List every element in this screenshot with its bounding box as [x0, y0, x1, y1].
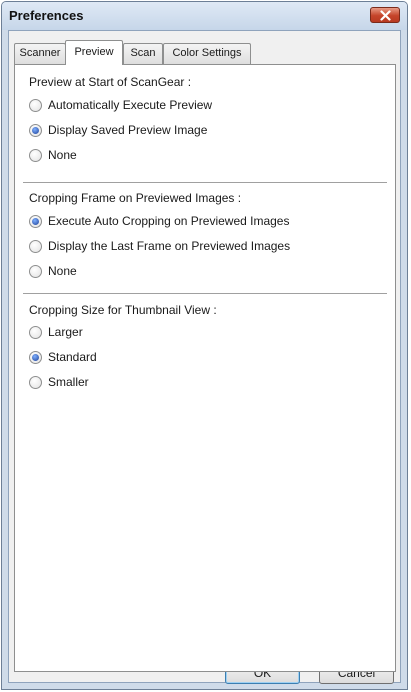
radio-preview-none[interactable]: None	[29, 147, 77, 163]
radio-smaller[interactable]: Smaller	[29, 374, 89, 390]
preferences-dialog: Preferences Scanner Preview Scan Color S…	[1, 1, 408, 690]
radio-label: Standard	[48, 350, 97, 364]
title-bar[interactable]: Preferences	[2, 2, 407, 30]
radio-auto-execute-preview[interactable]: Automatically Execute Preview	[29, 97, 212, 113]
radio-execute-auto-cropping[interactable]: Execute Auto Cropping on Previewed Image…	[29, 213, 289, 229]
radio-button-checked[interactable]	[29, 214, 42, 228]
radio-label: Execute Auto Cropping on Previewed Image…	[48, 214, 290, 228]
radio-label: Automatically Execute Preview	[48, 98, 213, 112]
preview-start-title: Preview at Start of ScanGear :	[29, 75, 192, 89]
tab-scan[interactable]: Scan	[123, 43, 163, 64]
radio-display-last-frame[interactable]: Display the Last Frame on Previewed Imag…	[29, 238, 290, 254]
tab-color-settings[interactable]: Color Settings	[163, 43, 251, 64]
radio-larger[interactable]: Larger	[29, 324, 83, 340]
radio-button-checked[interactable]	[29, 123, 42, 137]
radio-label: Display Saved Preview Image	[48, 123, 208, 137]
radio-label: Smaller	[48, 375, 89, 389]
radio-label: Display the Last Frame on Previewed Imag…	[48, 239, 291, 253]
dialog-client-area: Scanner Preview Scan Color Settings Prev…	[8, 30, 401, 683]
radio-label: None	[48, 264, 77, 278]
radio-button[interactable]	[29, 375, 42, 389]
radio-display-saved-preview[interactable]: Display Saved Preview Image	[29, 122, 207, 138]
separator	[23, 182, 387, 184]
cropping-frame-title: Cropping Frame on Previewed Images :	[29, 191, 242, 205]
radio-label: Larger	[48, 325, 83, 339]
radio-button-checked[interactable]	[29, 350, 42, 364]
radio-button[interactable]	[29, 148, 42, 162]
separator	[23, 293, 387, 295]
radio-button[interactable]	[29, 264, 42, 278]
radio-button[interactable]	[29, 98, 42, 112]
radio-label: None	[48, 148, 77, 162]
window-title: Preferences	[9, 8, 84, 23]
tab-scanner[interactable]: Scanner	[14, 43, 66, 64]
radio-standard[interactable]: Standard	[29, 349, 97, 365]
tab-preview[interactable]: Preview	[65, 40, 123, 65]
radio-button[interactable]	[29, 239, 42, 253]
close-icon	[380, 10, 391, 21]
radio-button[interactable]	[29, 325, 42, 339]
close-button[interactable]	[370, 7, 400, 23]
radio-cropping-none[interactable]: None	[29, 263, 77, 279]
preview-tab-panel: Preview at Start of ScanGear : Automatic…	[14, 64, 396, 672]
thumbnail-size-title: Cropping Size for Thumbnail View :	[29, 303, 217, 317]
